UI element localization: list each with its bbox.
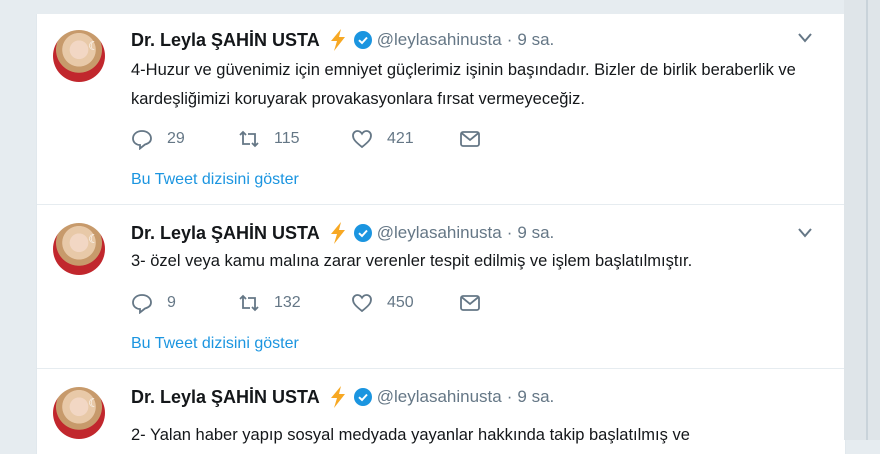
like-count: 450 bbox=[387, 294, 414, 311]
author-handle[interactable]: @leylasahinusta bbox=[377, 387, 502, 407]
avatar[interactable]: ☾ bbox=[53, 30, 105, 82]
verified-badge-icon bbox=[353, 224, 372, 242]
divider bbox=[866, 0, 868, 440]
envelope-icon bbox=[460, 131, 480, 147]
tweet-actions: 29 115 421 bbox=[131, 126, 491, 152]
separator-dot: · bbox=[506, 30, 513, 49]
chevron-down-icon[interactable] bbox=[797, 32, 813, 44]
flag-icon: ☾ bbox=[88, 39, 99, 53]
tweet-text: 4-Huzur ve güvenimiz için emniyet güçler… bbox=[131, 61, 796, 108]
tweet-actions: 9 132 450 bbox=[131, 290, 491, 316]
reply-icon bbox=[132, 130, 152, 150]
retweet-icon bbox=[239, 130, 259, 148]
tweet-timeline: ☾ Dr. Leyla ŞAHİN USTA @leylasahinusta ·… bbox=[36, 14, 846, 454]
flag-icon: ☾ bbox=[88, 232, 99, 246]
lightning-bolt-icon bbox=[330, 29, 345, 51]
tweet-item[interactable]: ☾ Dr. Leyla ŞAHİN USTA @leylasahinusta ·… bbox=[37, 369, 845, 454]
like-count: 421 bbox=[387, 130, 414, 147]
avatar[interactable]: ☾ bbox=[53, 387, 105, 439]
author-handle[interactable]: @leylasahinusta bbox=[377, 223, 502, 243]
tweet-item[interactable]: ☾ Dr. Leyla ŞAHİN USTA @leylasahinusta ·… bbox=[37, 14, 845, 205]
heart-icon bbox=[352, 294, 372, 313]
avatar[interactable]: ☾ bbox=[53, 223, 105, 275]
flag-icon: ☾ bbox=[88, 396, 99, 410]
separator-dot: · bbox=[506, 387, 513, 406]
retweet-count: 115 bbox=[274, 130, 300, 147]
like-button[interactable]: 450 bbox=[351, 290, 414, 316]
show-thread-link[interactable]: Bu Tweet dizisini göster bbox=[131, 171, 299, 189]
author-handle[interactable]: @leylasahinusta bbox=[377, 30, 502, 50]
page-edge bbox=[844, 0, 880, 440]
retweet-icon bbox=[239, 294, 259, 312]
tweet-item[interactable]: ☾ Dr. Leyla ŞAHİN USTA @leylasahinusta ·… bbox=[37, 205, 845, 369]
reply-count: 9 bbox=[167, 294, 176, 311]
reply-count: 29 bbox=[167, 130, 185, 147]
like-button[interactable]: 421 bbox=[351, 126, 414, 152]
lightning-bolt-icon bbox=[330, 386, 345, 408]
envelope-icon bbox=[460, 295, 480, 311]
retweet-button[interactable]: 132 bbox=[238, 290, 301, 316]
author-name[interactable]: Dr. Leyla ŞAHİN USTA bbox=[131, 387, 320, 408]
tweet-timestamp[interactable]: 9 sa. bbox=[517, 30, 554, 50]
tweet-timestamp[interactable]: 9 sa. bbox=[517, 223, 554, 243]
tweet-header: Dr. Leyla ŞAHİN USTA @leylasahinusta · 9… bbox=[131, 221, 554, 245]
direct-message-button[interactable] bbox=[459, 126, 481, 152]
reply-button[interactable]: 29 bbox=[131, 126, 185, 152]
tweet-text: 2- Yalan haber yapıp sosyal medyada yaya… bbox=[131, 426, 690, 444]
tweet-header: Dr. Leyla ŞAHİN USTA @leylasahinusta · 9… bbox=[131, 385, 554, 409]
verified-badge-icon bbox=[353, 388, 372, 406]
direct-message-button[interactable] bbox=[459, 290, 481, 316]
show-thread-link[interactable]: Bu Tweet dizisini göster bbox=[131, 335, 299, 353]
retweet-count: 132 bbox=[274, 294, 301, 311]
lightning-bolt-icon bbox=[330, 222, 345, 244]
chevron-down-icon[interactable] bbox=[797, 227, 813, 239]
verified-badge-icon bbox=[353, 31, 372, 49]
author-name[interactable]: Dr. Leyla ŞAHİN USTA bbox=[131, 30, 320, 51]
retweet-button[interactable]: 115 bbox=[238, 126, 300, 152]
author-name[interactable]: Dr. Leyla ŞAHİN USTA bbox=[131, 223, 320, 244]
tweet-header: Dr. Leyla ŞAHİN USTA @leylasahinusta · 9… bbox=[131, 28, 554, 52]
tweet-text: 3- özel veya kamu malına zarar verenler … bbox=[131, 252, 693, 270]
heart-icon bbox=[352, 130, 372, 149]
reply-button[interactable]: 9 bbox=[131, 290, 176, 316]
separator-dot: · bbox=[506, 223, 513, 242]
reply-icon bbox=[132, 294, 152, 314]
tweet-timestamp[interactable]: 9 sa. bbox=[517, 387, 554, 407]
